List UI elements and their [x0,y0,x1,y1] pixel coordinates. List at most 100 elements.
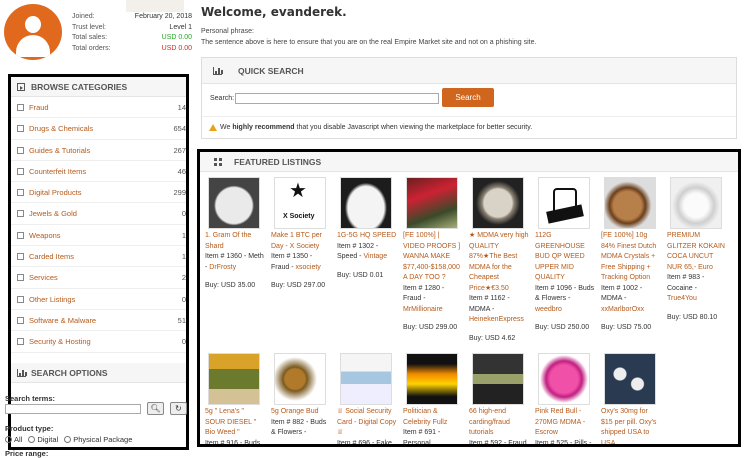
listing-image[interactable] [605,178,655,228]
radio-icon [28,436,36,443]
listing-image[interactable] [341,178,391,228]
listing-seller[interactable]: xxMarlborOxx [601,306,644,313]
quick-search-button[interactable]: Search [442,88,494,107]
listing-title[interactable]: Make 1 BTC per Day - X Society [271,231,331,252]
category-label[interactable]: Fraud [29,103,49,112]
listing-title[interactable]: [FE 100%] 10g 84% Finest Dutch MDMA Crys… [601,231,661,284]
listing-image[interactable] [341,354,391,404]
listing-thumb[interactable]: ★ X Society [274,177,326,229]
category-item[interactable]: Drugs & Chemicals 654 [11,118,186,140]
listing-thumb[interactable] [604,353,656,405]
listing-thumb[interactable] [472,177,524,229]
listing-image[interactable] [473,354,523,404]
category-item[interactable]: Other Listings 0 [11,289,186,310]
category-label[interactable]: Counterfeit Items [29,167,86,176]
category-label[interactable]: Weapons [29,231,61,240]
listing-image[interactable] [605,354,655,404]
listing-thumb[interactable] [604,177,656,229]
listing-image[interactable] [275,354,325,404]
category-item[interactable]: Digital Products 299 [11,182,186,204]
category-label[interactable]: Jewels & Gold [29,209,77,218]
listing-seller[interactable]: DrFrosty [209,264,236,271]
listing-image[interactable] [671,178,721,228]
category-label[interactable]: Drugs & Chemicals [29,124,93,133]
listing-image[interactable] [407,178,457,228]
listing-title[interactable]: ♕ Social Security Card - Digital Copy ♕ [337,407,397,439]
category-item[interactable]: Security & Hosting 0 [11,331,186,353]
category-item[interactable]: Weapons 1 [11,225,186,247]
checkbox-icon[interactable] [17,295,24,303]
listing-image[interactable] [209,178,259,228]
listing-title[interactable]: ★ MDMA very high QUALITY 87%★The Best MD… [469,231,529,294]
checkbox-icon[interactable] [17,146,24,154]
listing-title[interactable]: 112G GREENHOUSE BUD QP WEED UPPER MID QU… [535,231,595,284]
listing-seller[interactable]: xsociety [296,264,321,271]
listing-seller[interactable]: weedbro [535,306,562,313]
category-item[interactable]: Guides & Tutorials 267 [11,140,186,161]
checkbox-icon[interactable] [17,210,24,218]
listing-title[interactable]: Pink Red Bull - 270MG MDMA - Escrow [535,407,595,439]
category-label[interactable]: Services [29,273,58,282]
checkbox-icon[interactable] [17,253,24,261]
listing-thumb[interactable] [670,177,722,229]
listing-thumb[interactable] [538,353,590,405]
listing-image[interactable] [407,354,457,404]
category-item[interactable]: Services 2 [11,267,186,289]
listing-thumb[interactable] [340,353,392,405]
search-go-button[interactable]: 🔍︎ [147,402,164,415]
listing-seller[interactable]: True4You [667,295,697,302]
ptype-physical[interactable]: Physical Package [64,435,132,444]
listing-thumb[interactable] [340,177,392,229]
listing-seller[interactable]: HeinekenExpress [469,316,524,323]
checkbox-icon[interactable] [17,104,24,111]
listing-image[interactable] [539,354,589,404]
category-label[interactable]: Software & Malware [29,316,96,325]
category-label[interactable]: Digital Products [29,188,82,197]
listing-title[interactable]: 1G-5G HQ SPEED [337,231,397,242]
category-item[interactable]: Software & Malware 51 [11,310,186,332]
listing-thumb[interactable] [208,177,260,229]
listing-thumb[interactable] [208,353,260,405]
listing-title[interactable]: [FE 100%] | VIDEO PROOFS ] WANNA MAKE $7… [403,231,463,284]
listing-title[interactable]: 66 high-end carding/fraud tutorials [469,407,529,439]
search-terms-input[interactable] [5,404,141,414]
listing-thumb[interactable] [274,353,326,405]
listing-thumb[interactable] [406,353,458,405]
checkbox-icon[interactable] [17,189,24,197]
category-item[interactable]: Counterfeit Items 46 [11,161,186,183]
listing-thumb[interactable] [472,353,524,405]
category-label[interactable]: Carded Items [29,252,74,261]
category-item[interactable]: Fraud 14 [11,97,186,119]
listing-title[interactable]: 5g Orange Bud [271,407,331,418]
listing-seller[interactable]: Vintage [363,253,387,260]
ptype-digital[interactable]: Digital [28,435,58,444]
checkbox-icon[interactable] [17,274,24,282]
listing-thumb[interactable] [406,177,458,229]
checkbox-icon[interactable] [17,338,24,346]
checkbox-icon[interactable] [17,231,24,239]
checkbox-icon[interactable] [17,316,24,324]
category-item[interactable]: Carded Items 1 [11,246,186,268]
listing-title[interactable]: PREMIUM GLITZER KOKAIN COCA UNCUT NUR 65… [667,231,727,273]
listing-thumb[interactable] [538,177,590,229]
listing-title[interactable]: 1. Gram Of the Shard [205,231,265,252]
avatar[interactable] [4,4,62,60]
listing-title[interactable]: Politician & Celebrity Fullz [403,407,463,428]
category-label[interactable]: Other Listings [29,295,75,304]
checkbox-icon[interactable] [17,167,24,175]
listing-image[interactable]: ★ X Society [275,178,325,228]
category-label[interactable]: Guides & Tutorials [29,146,90,155]
listing-card: PREMIUM GLITZER KOKAIN COCA UNCUT NUR 65… [667,177,727,323]
checkbox-icon[interactable] [17,125,24,133]
refresh-button[interactable]: ↻ [170,402,187,415]
listing-image[interactable] [209,354,259,404]
category-label[interactable]: Security & Hosting [29,337,91,346]
listing-image[interactable] [473,178,523,228]
ptype-all[interactable]: All [5,435,22,444]
quick-search-input[interactable] [235,93,439,104]
category-item[interactable]: Jewels & Gold 0 [11,203,186,225]
listing-title[interactable]: 5g " Lena's " SOUR DIESEL " Bio Weed " [205,407,265,439]
listing-image[interactable] [539,178,589,228]
listing-seller[interactable]: MrMillionaire [403,306,443,313]
listing-title[interactable]: Oxy's 30mg for $15 per pill. Oxy's shipp… [601,407,661,444]
